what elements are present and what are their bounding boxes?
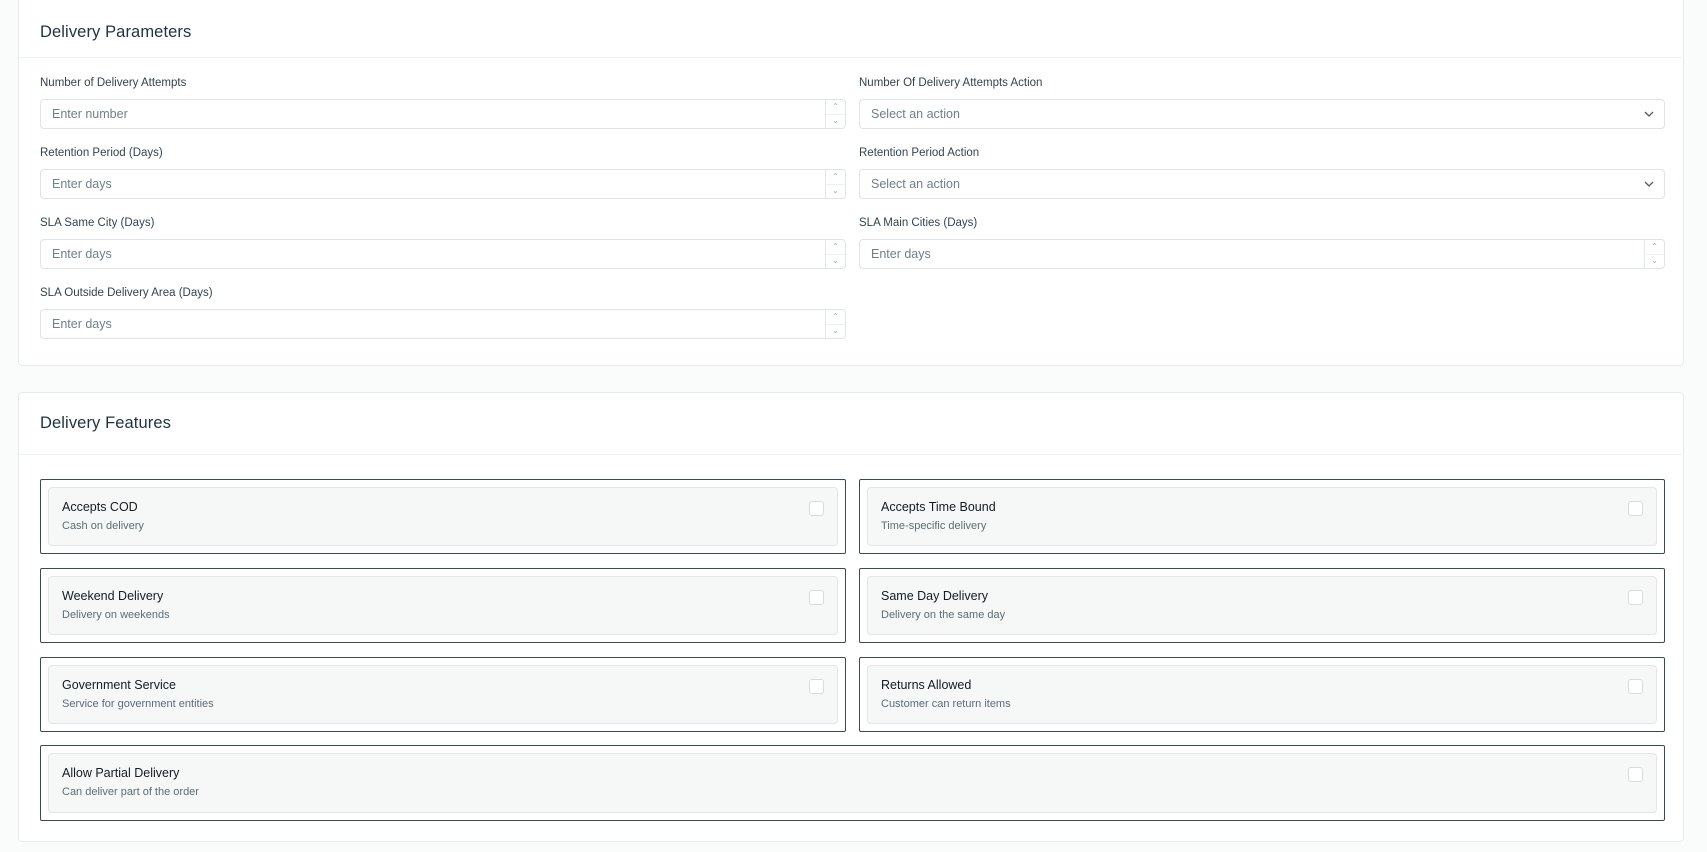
feature-description: Customer can return items — [881, 698, 1011, 710]
sla-main-cities-stepper[interactable]: ⌃ ⌄ — [1644, 240, 1664, 268]
sla-main-cities-label: SLA Main Cities (Days) — [859, 217, 978, 229]
chevron-up-icon[interactable]: ⌃ — [826, 240, 845, 255]
chevron-up-icon[interactable]: ⌃ — [826, 310, 845, 325]
sla-outside-input[interactable]: Enter days ⌃ ⌄ — [40, 309, 846, 339]
feature-title: Accepts COD — [62, 500, 138, 514]
retention-stepper[interactable]: ⌃ ⌄ — [825, 170, 845, 198]
retention-action-label: Retention Period Action — [859, 147, 980, 159]
sla-outside-stepper[interactable]: ⌃ ⌄ — [825, 310, 845, 338]
feature-inner: Returns Allowed Customer can return item… — [867, 665, 1657, 724]
attempts-input[interactable]: Enter number ⌃ ⌄ — [40, 99, 846, 129]
sla-same-city-input[interactable]: Enter days ⌃ ⌄ — [40, 239, 846, 269]
feature-allow-partial-delivery[interactable]: Allow Partial Delivery Can deliver part … — [40, 745, 1665, 821]
delivery-features-title: Delivery Features — [40, 414, 171, 432]
sla-main-cities-input[interactable]: Enter days ⌃ ⌄ — [859, 239, 1665, 269]
feature-inner: Allow Partial Delivery Can deliver part … — [48, 753, 1657, 813]
feature-title: Same Day Delivery — [881, 589, 988, 603]
feature-title: Weekend Delivery — [62, 589, 164, 603]
feature-inner: Government Service Service for governmen… — [48, 665, 838, 724]
feature-description: Delivery on weekends — [62, 609, 170, 621]
feature-title: Accepts Time Bound — [881, 500, 996, 514]
chevron-down-icon[interactable]: ⌄ — [826, 255, 845, 269]
feature-description: Time-specific delivery — [881, 520, 987, 532]
sla-main-cities-field: SLA Main Cities (Days) Enter days ⌃ ⌄ — [859, 215, 1665, 269]
retention-action-select[interactable]: Select an action — [859, 169, 1665, 199]
feature-inner: Same Day Delivery Delivery on the same d… — [867, 576, 1657, 635]
delivery-features-header: Delivery Features — [19, 393, 1683, 455]
retention-field: Retention Period (Days) Enter days ⌃ ⌄ — [40, 145, 846, 199]
feature-checkbox[interactable] — [1628, 501, 1643, 516]
feature-weekend-delivery[interactable]: Weekend Delivery Delivery on weekends — [40, 568, 846, 643]
sla-main-cities-placeholder: Enter days — [871, 247, 931, 261]
delivery-parameters-card: Delivery Parameters Number of Delivery A… — [18, 0, 1684, 366]
attempts-label: Number of Delivery Attempts — [40, 77, 187, 89]
chevron-down-icon[interactable] — [1634, 181, 1664, 187]
retention-action-field: Retention Period Action Select an action — [859, 145, 1665, 199]
delivery-parameters-title: Delivery Parameters — [40, 22, 192, 41]
feature-accepts-time-bound[interactable]: Accepts Time Bound Time-specific deliver… — [859, 479, 1665, 554]
feature-government-service[interactable]: Government Service Service for governmen… — [40, 657, 846, 732]
attempts-placeholder: Enter number — [52, 107, 128, 121]
sla-same-city-stepper[interactable]: ⌃ ⌄ — [825, 240, 845, 268]
sla-same-city-field: SLA Same City (Days) Enter days ⌃ ⌄ — [40, 215, 846, 269]
feature-description: Can deliver part of the order — [62, 786, 199, 798]
feature-checkbox[interactable] — [809, 679, 824, 694]
chevron-down-icon[interactable]: ⌄ — [826, 185, 845, 199]
retention-label: Retention Period (Days) — [40, 147, 163, 159]
feature-same-day-delivery[interactable]: Same Day Delivery Delivery on the same d… — [859, 568, 1665, 643]
feature-checkbox[interactable] — [809, 590, 824, 605]
chevron-down-icon[interactable]: ⌄ — [826, 115, 845, 129]
attempts-action-placeholder: Select an action — [871, 107, 960, 121]
attempts-action-select[interactable]: Select an action — [859, 99, 1665, 129]
feature-inner: Accepts COD Cash on delivery — [48, 487, 838, 546]
feature-checkbox[interactable] — [1628, 767, 1643, 782]
feature-description: Cash on delivery — [62, 520, 144, 532]
chevron-up-icon[interactable]: ⌃ — [826, 170, 845, 185]
feature-description: Service for government entities — [62, 698, 214, 710]
sla-outside-label: SLA Outside Delivery Area (Days) — [40, 287, 213, 299]
retention-input[interactable]: Enter days ⌃ ⌄ — [40, 169, 846, 199]
attempts-action-field: Number Of Delivery Attempts Action Selec… — [859, 75, 1665, 129]
retention-placeholder: Enter days — [52, 177, 112, 191]
chevron-down-icon[interactable]: ⌄ — [1645, 255, 1664, 269]
attempts-stepper[interactable]: ⌃ ⌄ — [825, 100, 845, 128]
feature-checkbox[interactable] — [1628, 679, 1643, 694]
feature-inner: Accepts Time Bound Time-specific deliver… — [867, 487, 1657, 546]
feature-inner: Weekend Delivery Delivery on weekends — [48, 576, 838, 635]
feature-title: Returns Allowed — [881, 678, 972, 692]
sla-same-city-label: SLA Same City (Days) — [40, 217, 155, 229]
feature-title: Government Service — [62, 678, 176, 692]
chevron-down-icon[interactable] — [1634, 111, 1664, 117]
sla-same-city-placeholder: Enter days — [52, 247, 112, 261]
delivery-features-card: Delivery Features Accepts COD Cash on de… — [18, 392, 1684, 842]
sla-outside-placeholder: Enter days — [52, 317, 112, 331]
feature-returns-allowed[interactable]: Returns Allowed Customer can return item… — [859, 657, 1665, 732]
delivery-parameters-header: Delivery Parameters — [19, 0, 1683, 58]
sla-outside-field: SLA Outside Delivery Area (Days) Enter d… — [40, 285, 846, 339]
attempts-field: Number of Delivery Attempts Enter number… — [40, 75, 846, 129]
feature-title: Allow Partial Delivery — [62, 766, 180, 780]
chevron-up-icon[interactable]: ⌃ — [826, 100, 845, 115]
feature-checkbox[interactable] — [809, 501, 824, 516]
chevron-down-icon[interactable]: ⌄ — [826, 325, 845, 339]
feature-description: Delivery on the same day — [881, 609, 1006, 621]
attempts-action-label: Number Of Delivery Attempts Action — [859, 77, 1043, 89]
feature-accepts-cod[interactable]: Accepts COD Cash on delivery — [40, 479, 846, 554]
chevron-up-icon[interactable]: ⌃ — [1645, 240, 1664, 255]
feature-checkbox[interactable] — [1628, 590, 1643, 605]
retention-action-placeholder: Select an action — [871, 177, 960, 191]
